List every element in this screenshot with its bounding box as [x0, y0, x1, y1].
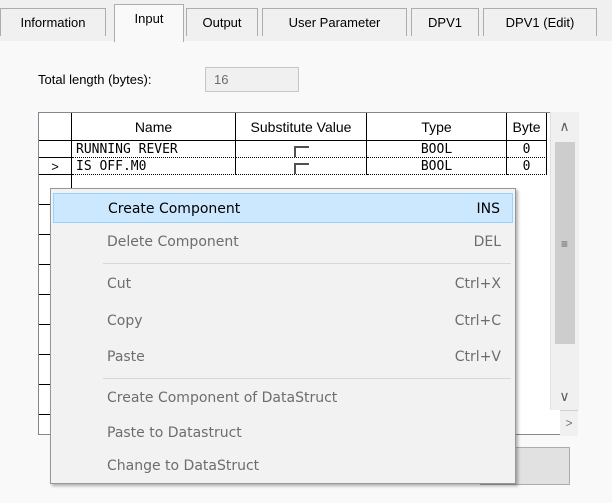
tab-output[interactable]: Output [186, 8, 258, 36]
row-header[interactable] [39, 141, 72, 158]
menu-item-shortcut: Ctrl+C [454, 313, 501, 329]
menu-item-cut[interactable]: Cut Ctrl+X [53, 269, 513, 299]
tab-user-parameter[interactable]: User Parameter [262, 8, 407, 36]
menu-item-create-component[interactable]: Create Component INS [53, 193, 513, 223]
cell-type[interactable]: BOOL [367, 141, 507, 158]
menu-item-label: Delete Component [107, 234, 239, 250]
checkbox-icon[interactable] [293, 163, 309, 174]
current-row-indicator-icon: > [51, 159, 59, 174]
menu-item-paste-to-datastruct[interactable]: Paste to Datastruct [53, 418, 513, 448]
cell-substitute-value[interactable] [236, 158, 367, 175]
tab-label: Output [202, 15, 242, 30]
context-menu: Create Component INS Delete Component DEL … [50, 188, 516, 484]
cell-type[interactable]: BOOL [367, 158, 507, 175]
tab-label: Input [134, 11, 164, 26]
menu-separator [103, 263, 511, 264]
menu-item-shortcut: Ctrl+X [454, 276, 501, 292]
total-length-field: 16 [205, 67, 299, 92]
grip-icon: ≡ [561, 237, 569, 251]
menu-item-label: Copy [107, 313, 143, 329]
tab-input[interactable]: Input [114, 4, 184, 42]
menu-item-shortcut: INS [476, 201, 501, 217]
column-header-type[interactable]: Type [367, 113, 507, 141]
tab-dpv1-edit[interactable]: DPV1 (Edit) [483, 8, 597, 36]
tab-label: DPV1 (Edit) [505, 15, 575, 30]
menu-separator [103, 378, 511, 379]
cell-name[interactable]: IS OFF.M0 [72, 158, 236, 175]
total-length-label: Total length (bytes): [38, 72, 152, 87]
vertical-scrollbar[interactable]: ∧ ≡ ∨ [550, 112, 579, 410]
menu-item-change-to-datastruct[interactable]: Change to DataStruct [53, 451, 513, 481]
scroll-down-icon[interactable]: ∨ [551, 382, 578, 410]
checkbox-icon[interactable] [293, 146, 309, 157]
menu-item-delete-component[interactable]: Delete Component DEL [53, 227, 513, 257]
scroll-up-icon[interactable]: ∧ [551, 112, 578, 140]
menu-item-shortcut: Ctrl+V [454, 349, 501, 365]
cell-substitute-value[interactable] [236, 141, 367, 158]
column-header-byte[interactable]: Byte [507, 113, 547, 141]
row-header[interactable]: > [39, 158, 72, 175]
menu-item-label: Paste to Datastruct [107, 425, 242, 441]
scrollbar-thumb[interactable]: ≡ [555, 142, 575, 344]
menu-item-copy[interactable]: Copy Ctrl+C [53, 306, 513, 336]
menu-item-label: Create Component of DataStruct [107, 390, 338, 406]
column-header-name[interactable]: Name [72, 113, 236, 141]
cell-name[interactable]: RUNNING REVER [72, 141, 236, 158]
tab-information[interactable]: Information [0, 8, 106, 36]
column-header-substitute-value[interactable]: Substitute Value [236, 113, 367, 141]
tab-label: User Parameter [288, 15, 381, 30]
menu-item-paste[interactable]: Paste Ctrl+V [53, 342, 513, 372]
menu-item-label: Change to DataStruct [107, 458, 260, 474]
menu-item-create-component-of-datastruct[interactable]: Create Component of DataStruct [53, 383, 513, 413]
tab-label: Information [20, 15, 86, 30]
menu-item-label: Create Component [108, 201, 241, 217]
tab-dpv1[interactable]: DPV1 [411, 8, 479, 36]
row-header-corner [39, 113, 72, 141]
tab-label: DPV1 [428, 15, 462, 30]
tab-bar: Information Input Output User Parameter … [0, 0, 612, 42]
cell-byte[interactable]: 0 [507, 158, 547, 175]
menu-item-label: Paste [107, 349, 145, 365]
scroll-right-icon[interactable]: > [560, 410, 578, 436]
menu-item-shortcut: DEL [473, 234, 501, 250]
menu-item-label: Cut [107, 276, 132, 292]
cell-byte[interactable]: 0 [507, 141, 547, 158]
